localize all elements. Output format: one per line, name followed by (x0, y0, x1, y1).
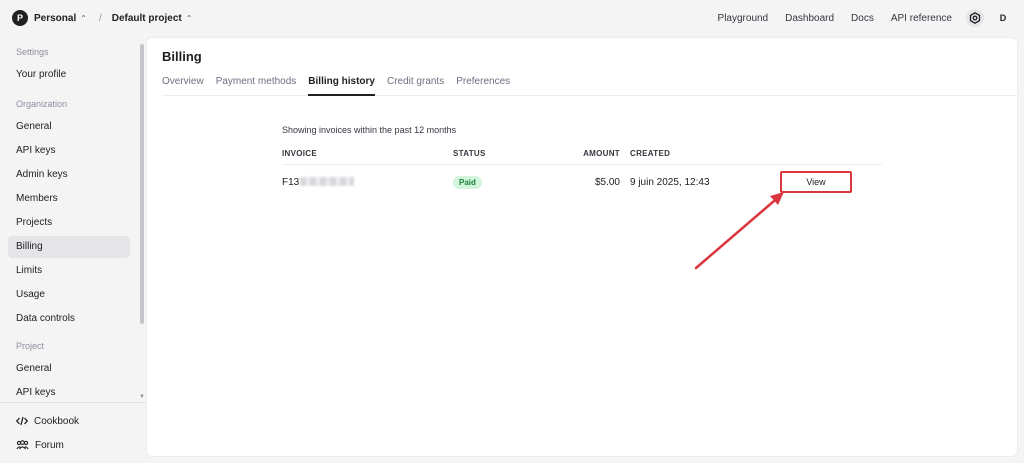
column-header-amount: AMOUNT (583, 149, 620, 158)
invoice-table: Showing invoices within the past 12 mont… (282, 125, 882, 199)
main-panel: Billing Overview Payment methods Billing… (146, 37, 1018, 457)
scroll-down-arrow-icon[interactable]: ▼ (139, 394, 145, 400)
created-cell: 9 juin 2025, 12:43 (630, 176, 710, 188)
sidebar-nav: Settings Your profile Organization Gener… (0, 36, 146, 402)
column-header-created: CREATED (630, 149, 671, 158)
invoice-range-note: Showing invoices within the past 12 mont… (282, 125, 457, 135)
invoice-id: F13 (282, 176, 300, 188)
table-header: INVOICE STATUS AMOUNT CREATED (282, 143, 882, 165)
status-cell: Paid (453, 175, 537, 189)
amount-cell: $5.00 (594, 176, 620, 188)
project-name: Default project (111, 12, 182, 24)
breadcrumb-separator: / (98, 12, 102, 24)
billing-tabs: Overview Payment methods Billing history… (162, 74, 1017, 96)
sidebar-item-members[interactable]: Members (8, 188, 130, 210)
redacted-invoice-number (300, 177, 355, 187)
section-label-settings: Settings (16, 47, 49, 57)
nav-dashboard[interactable]: Dashboard (785, 13, 834, 24)
sidebar-item-admin-keys[interactable]: Admin keys (8, 164, 130, 186)
top-bar: P Personal ⌃ / Default project ⌃ Playgro… (0, 0, 1024, 36)
org-name: Personal (34, 12, 77, 24)
sidebar-scrollbar[interactable] (140, 44, 144, 400)
nav-docs[interactable]: Docs (851, 13, 874, 24)
action-cell: View (780, 171, 880, 193)
section-label-project: Project (16, 341, 45, 351)
top-nav: Playground Dashboard Docs API reference … (701, 9, 1012, 27)
nav-playground[interactable]: Playground (718, 13, 769, 24)
view-invoice-button[interactable]: View (780, 171, 852, 193)
code-icon (16, 416, 28, 426)
sidebar-item-general[interactable]: General (8, 116, 130, 138)
chevron-updown-icon: ⌃ (185, 13, 193, 23)
gear-icon (969, 12, 981, 24)
tab-payment-methods[interactable]: Payment methods (216, 74, 297, 96)
sidebar-item-usage[interactable]: Usage (8, 284, 130, 306)
sidebar-item-limits[interactable]: Limits (8, 260, 130, 282)
settings-button[interactable] (966, 9, 984, 27)
sidebar-item-project-api-keys[interactable]: API keys (8, 382, 130, 402)
column-header-status: STATUS (453, 149, 486, 158)
table-row: F13 Paid $5.00 9 juin 2025, 12:43 View (282, 165, 882, 199)
tab-credit-grants[interactable]: Credit grants (387, 74, 444, 96)
sidebar-footer: Cookbook Forum (0, 402, 146, 457)
cookbook-label: Cookbook (34, 415, 80, 427)
tab-billing-history[interactable]: Billing history (308, 74, 375, 96)
sidebar-item-projects[interactable]: Projects (8, 212, 130, 234)
invoice-id-cell: F13 (282, 177, 453, 188)
cookbook-link[interactable]: Cookbook (0, 409, 146, 433)
sidebar-item-api-keys[interactable]: API keys (8, 140, 130, 162)
chevron-updown-icon: ⌃ (80, 13, 87, 23)
forum-label: Forum (35, 439, 64, 451)
sidebar-item-billing[interactable]: Billing (8, 236, 130, 258)
sidebar: Settings Your profile Organization Gener… (0, 36, 146, 463)
sidebar-item-data-controls[interactable]: Data controls (8, 308, 130, 330)
scrollbar-thumb[interactable] (140, 44, 144, 324)
tab-preferences[interactable]: Preferences (456, 74, 510, 96)
column-header-invoice: INVOICE (282, 149, 317, 158)
sidebar-item-your-profile[interactable]: Your profile (8, 64, 130, 86)
page-title: Billing (162, 49, 202, 64)
status-badge: Paid (453, 175, 482, 189)
org-switcher[interactable]: Personal ⌃ (34, 13, 87, 24)
people-icon (16, 440, 29, 450)
forum-link[interactable]: Forum (0, 433, 146, 457)
org-avatar[interactable]: P (12, 10, 28, 26)
user-avatar[interactable]: D (994, 9, 1012, 27)
tab-overview[interactable]: Overview (162, 74, 204, 96)
nav-api-reference[interactable]: API reference (891, 13, 952, 24)
project-switcher[interactable]: Default project ⌃ (112, 13, 193, 24)
sidebar-item-project-general[interactable]: General (8, 358, 130, 380)
section-label-organization: Organization (16, 99, 68, 109)
